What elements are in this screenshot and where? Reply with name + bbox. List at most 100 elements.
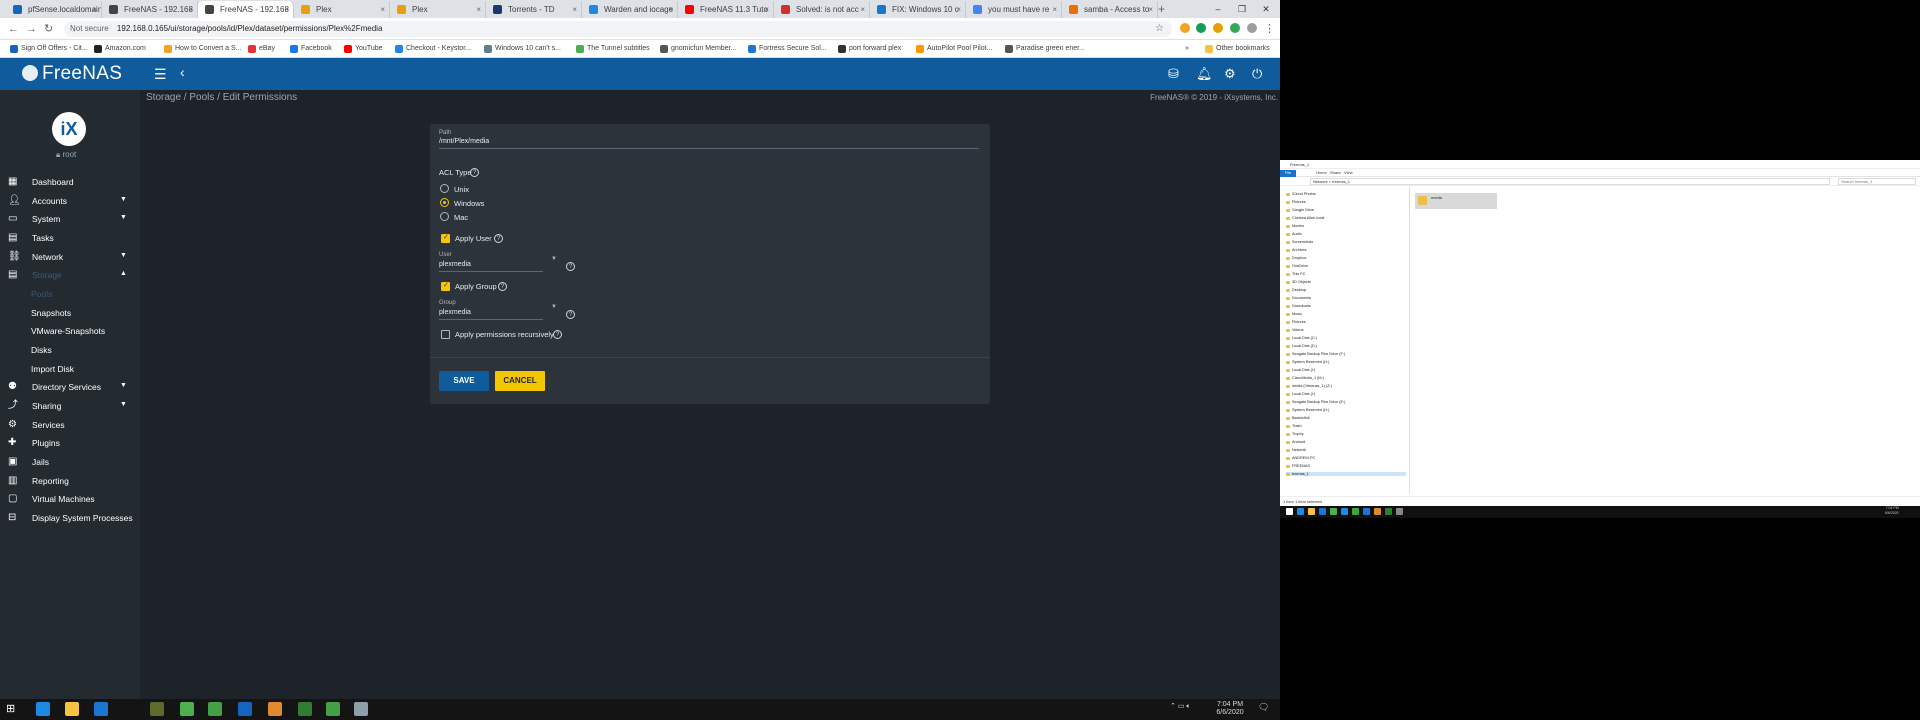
browser-tab[interactable]: FreeNAS - 192.168 × <box>102 1 198 18</box>
tab-close-icon[interactable]: × <box>476 1 481 18</box>
active-app-icon[interactable] <box>268 702 282 716</box>
tree-item[interactable]: Screenshots <box>1286 240 1313 244</box>
task-manager-icon[interactable]: ⛁ <box>1168 66 1179 82</box>
tree-item[interactable]: Seagate Backup Plus Drive (F:) <box>1286 352 1345 356</box>
tree-item[interactable]: Audio <box>1286 232 1302 236</box>
cancel-button[interactable]: CANCEL <box>495 371 545 391</box>
bookmark-item[interactable]: gnomicfun Member... <box>660 40 736 58</box>
notifications-bell-icon[interactable]: 🔔︎ <box>1196 66 1213 82</box>
sidebar-item-system[interactable]: ▭ System ▼ <box>0 209 140 229</box>
bookmark-item[interactable]: YouTube <box>344 40 383 58</box>
tree-item[interactable]: Android <box>1286 440 1305 444</box>
user-select[interactable]: plexmedia <box>439 261 471 268</box>
utorrent-icon[interactable] <box>208 702 222 716</box>
save-button[interactable]: SAVE <box>439 371 489 391</box>
tab-close-icon[interactable]: × <box>284 1 289 18</box>
bookmark-item[interactable]: AutoPilot Pool Pilot... <box>916 40 992 58</box>
breadcrumb[interactable]: Storage / Pools / Edit Permissions <box>146 92 297 103</box>
forward-arrow-icon[interactable]: → <box>26 20 37 38</box>
bookmark-item[interactable]: Sign Off Offers - Cit... <box>10 40 88 58</box>
tree-item[interactable]: Pictures <box>1286 200 1306 204</box>
explorer-search[interactable]: Search freenas_1 <box>1838 178 1916 185</box>
browser-tab[interactable]: you must have re × <box>966 1 1062 18</box>
tree-item[interactable]: Local Disk (I:) <box>1286 368 1315 372</box>
file-explorer-icon[interactable] <box>65 702 79 716</box>
tree-item[interactable]: Downloads <box>1286 304 1311 308</box>
collapse-chevron-icon[interactable]: ‹ <box>180 64 185 80</box>
sidebar-item-tasks[interactable]: ▤ Tasks <box>0 228 140 248</box>
acl-radio-windows[interactable] <box>440 198 449 207</box>
tree-item[interactable]: Videos <box>1286 328 1304 332</box>
secondary-taskbar-app-icon[interactable] <box>1363 508 1370 515</box>
menu-kebab-icon[interactable]: ⋮ <box>1264 20 1275 38</box>
secondary-taskbar-app-icon[interactable] <box>1308 508 1315 515</box>
tab-close-icon[interactable]: × <box>188 1 193 18</box>
tree-item[interactable]: This PC <box>1286 272 1306 276</box>
ribbon-tab[interactable]: View <box>1344 170 1353 175</box>
profile-icon[interactable] <box>1247 23 1257 33</box>
tree-item[interactable]: Desktop <box>1286 288 1306 292</box>
tree-item[interactable]: Movies <box>1286 224 1304 228</box>
tree-item[interactable]: Music <box>1286 312 1302 316</box>
user-dropdown-icon[interactable]: ▼ <box>551 256 557 262</box>
tree-item[interactable]: Dropbox <box>1286 256 1306 260</box>
bookmarks-overflow-icon[interactable]: » <box>1185 40 1189 58</box>
sidebar-item-virtual-machines[interactable]: ▢ Virtual Machines <box>0 489 140 509</box>
window-control-button[interactable]: – <box>1206 0 1230 18</box>
acl-radio-unix[interactable] <box>440 184 449 193</box>
tree-item[interactable]: Seagate Backup Plus Drive (E:) <box>1286 400 1345 404</box>
tree-item[interactable]: Local Disk (I:) <box>1286 392 1315 396</box>
apply-user-checkbox[interactable] <box>441 233 450 243</box>
acl-radio-mac[interactable] <box>440 212 449 221</box>
system-clock[interactable]: 7:04 PM 6/6/2020 <box>1210 701 1250 717</box>
extension-key-icon[interactable] <box>1180 23 1190 33</box>
secondary-taskbar-app-icon[interactable] <box>1297 508 1304 515</box>
browser-tab[interactable]: Warden and iocage × <box>582 1 678 18</box>
tab-close-icon[interactable]: × <box>668 1 673 18</box>
recursive-checkbox[interactable] <box>441 330 450 339</box>
bookmark-item[interactable]: Windows 10 can't s... <box>484 40 561 58</box>
new-tab-button[interactable]: + <box>1158 0 1165 18</box>
recursive-help-icon[interactable]: ? <box>553 330 562 339</box>
hamburger-menu-icon[interactable]: ☰ <box>154 66 167 83</box>
group-help-icon[interactable]: ? <box>566 310 575 319</box>
secondary-taskbar-app-icon[interactable] <box>1330 508 1337 515</box>
sidebar-item-plugins[interactable]: ✚ Plugins <box>0 433 140 453</box>
bookmark-item[interactable]: Amazon.com <box>94 40 146 58</box>
bookmark-item[interactable]: How to Convert a S... <box>164 40 242 58</box>
back-arrow-icon[interactable]: ← <box>8 20 19 38</box>
group-dropdown-icon[interactable]: ▼ <box>551 304 557 310</box>
path-input[interactable]: /mnt/Plex/media <box>439 138 489 145</box>
tab-close-icon[interactable]: × <box>1052 1 1057 18</box>
sidebar-item-pools[interactable]: Pools <box>0 284 140 304</box>
secondary-taskbar-app-icon[interactable] <box>1385 508 1392 515</box>
windows-start-icon[interactable]: ⊞ <box>6 702 20 716</box>
group-select[interactable]: plexmedia <box>439 309 471 316</box>
sidebar-item-dashboard[interactable]: ▦ Dashboard <box>0 172 140 192</box>
window-control-button[interactable]: ❐ <box>1230 0 1254 18</box>
reload-icon[interactable]: ↻ <box>44 20 53 38</box>
tab-close-icon[interactable]: × <box>1148 1 1153 18</box>
secondary-clock[interactable]: 7:04 PM 6/6/2020 <box>1885 506 1899 516</box>
power-icon[interactable]: ⏻ <box>1252 66 1262 82</box>
bookmark-item[interactable]: Paradise green ener... <box>1005 40 1085 58</box>
browser-tab[interactable]: Plex × <box>390 1 486 18</box>
extension-shield-icon[interactable] <box>1230 23 1240 33</box>
bookmark-item[interactable]: The Tunnel subtitles <box>576 40 650 58</box>
tree-item[interactable]: System Reserved (H:) <box>1286 408 1329 412</box>
ribbon-tab[interactable]: Share <box>1330 170 1341 175</box>
bookmark-item[interactable]: Facebook <box>290 40 332 58</box>
tab-close-icon[interactable]: × <box>860 1 865 18</box>
secondary-taskbar-app-icon[interactable] <box>1341 508 1348 515</box>
browser-tab[interactable]: Solved: is not acc × <box>774 1 870 18</box>
sidebar-item-import-disk[interactable]: Import Disk <box>0 359 140 379</box>
bookmark-item[interactable]: eBay <box>248 40 275 58</box>
other-bookmarks[interactable]: Other bookmarks <box>1205 40 1270 58</box>
tab-close-icon[interactable]: × <box>956 1 961 18</box>
tree-item[interactable]: 3D Objects <box>1286 280 1311 284</box>
tray-icons[interactable]: ⌃ ▭ 🔈︎ <box>1170 702 1191 711</box>
tree-item[interactable]: Local Disk (D:) <box>1286 344 1317 348</box>
tree-item[interactable]: FREENAS <box>1286 464 1310 468</box>
app-icon[interactable] <box>150 702 164 716</box>
tree-item[interactable]: Trophy <box>1286 432 1304 436</box>
